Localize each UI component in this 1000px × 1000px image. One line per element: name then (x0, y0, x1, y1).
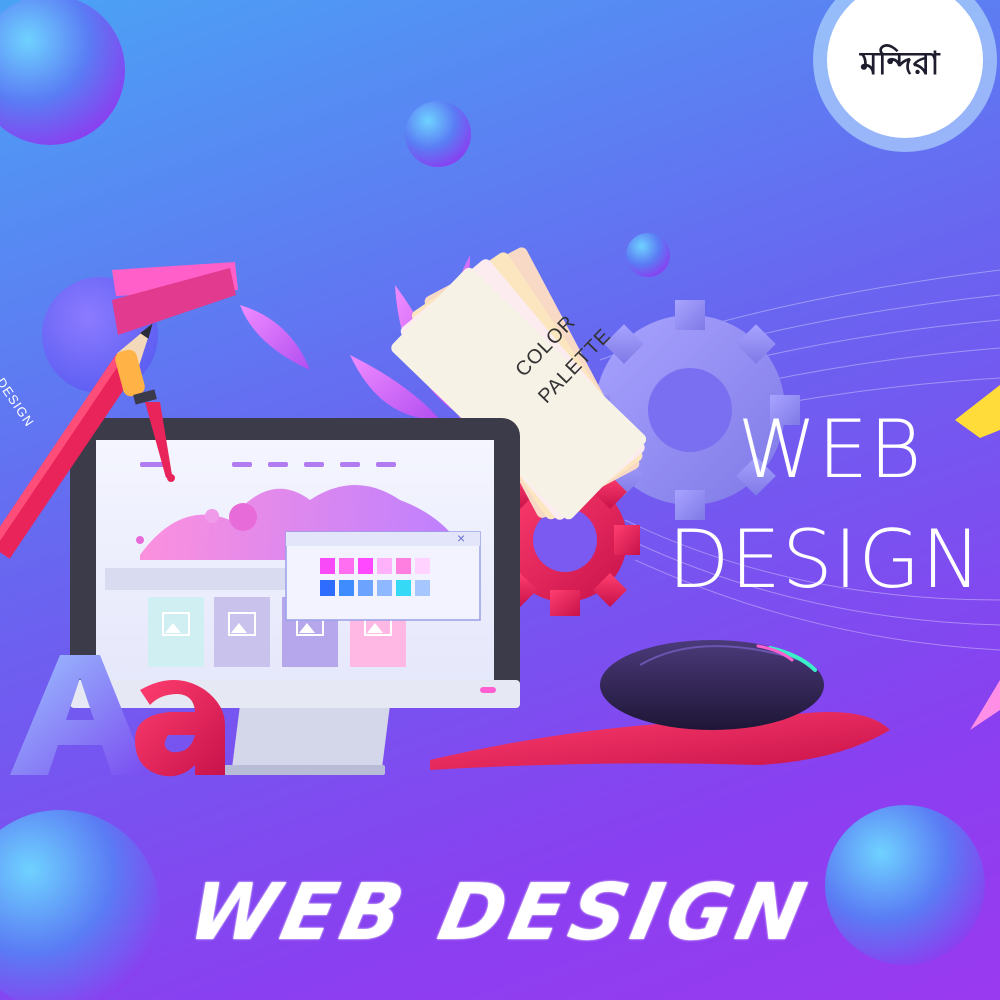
ribbon-decoration (955, 385, 1000, 438)
color-swatch (377, 580, 392, 596)
headline-line-1: WEB (737, 403, 923, 496)
monitor (70, 418, 520, 775)
web-design-poster: মন্দিরা DESIGN COLOR PALETTE × WEB DESIG… (0, 0, 1000, 1000)
color-swatch (339, 580, 354, 596)
ribbon-decoration (970, 680, 1000, 730)
computer-mouse (600, 640, 824, 730)
brand-logo-text: মন্দিরা (860, 44, 940, 82)
color-swatch (415, 558, 430, 574)
illustration (0, 0, 1000, 1000)
color-swatch (396, 580, 411, 596)
color-swatch (320, 580, 335, 596)
color-swatch (415, 580, 430, 596)
swatch-window-close-icon: × (457, 530, 466, 546)
color-swatch (320, 558, 335, 574)
color-swatch (358, 558, 373, 574)
color-swatch (396, 558, 411, 574)
color-swatch (339, 558, 354, 574)
footer-title: WEB DESIGN (181, 868, 819, 958)
sphere-decoration (626, 233, 670, 277)
headline-line-2: DESIGN (667, 513, 983, 606)
ribbon-decoration (112, 262, 238, 335)
color-swatch (358, 580, 373, 596)
sphere-decoration (0, 0, 125, 145)
sphere-decoration (405, 101, 471, 167)
color-swatch (377, 558, 392, 574)
